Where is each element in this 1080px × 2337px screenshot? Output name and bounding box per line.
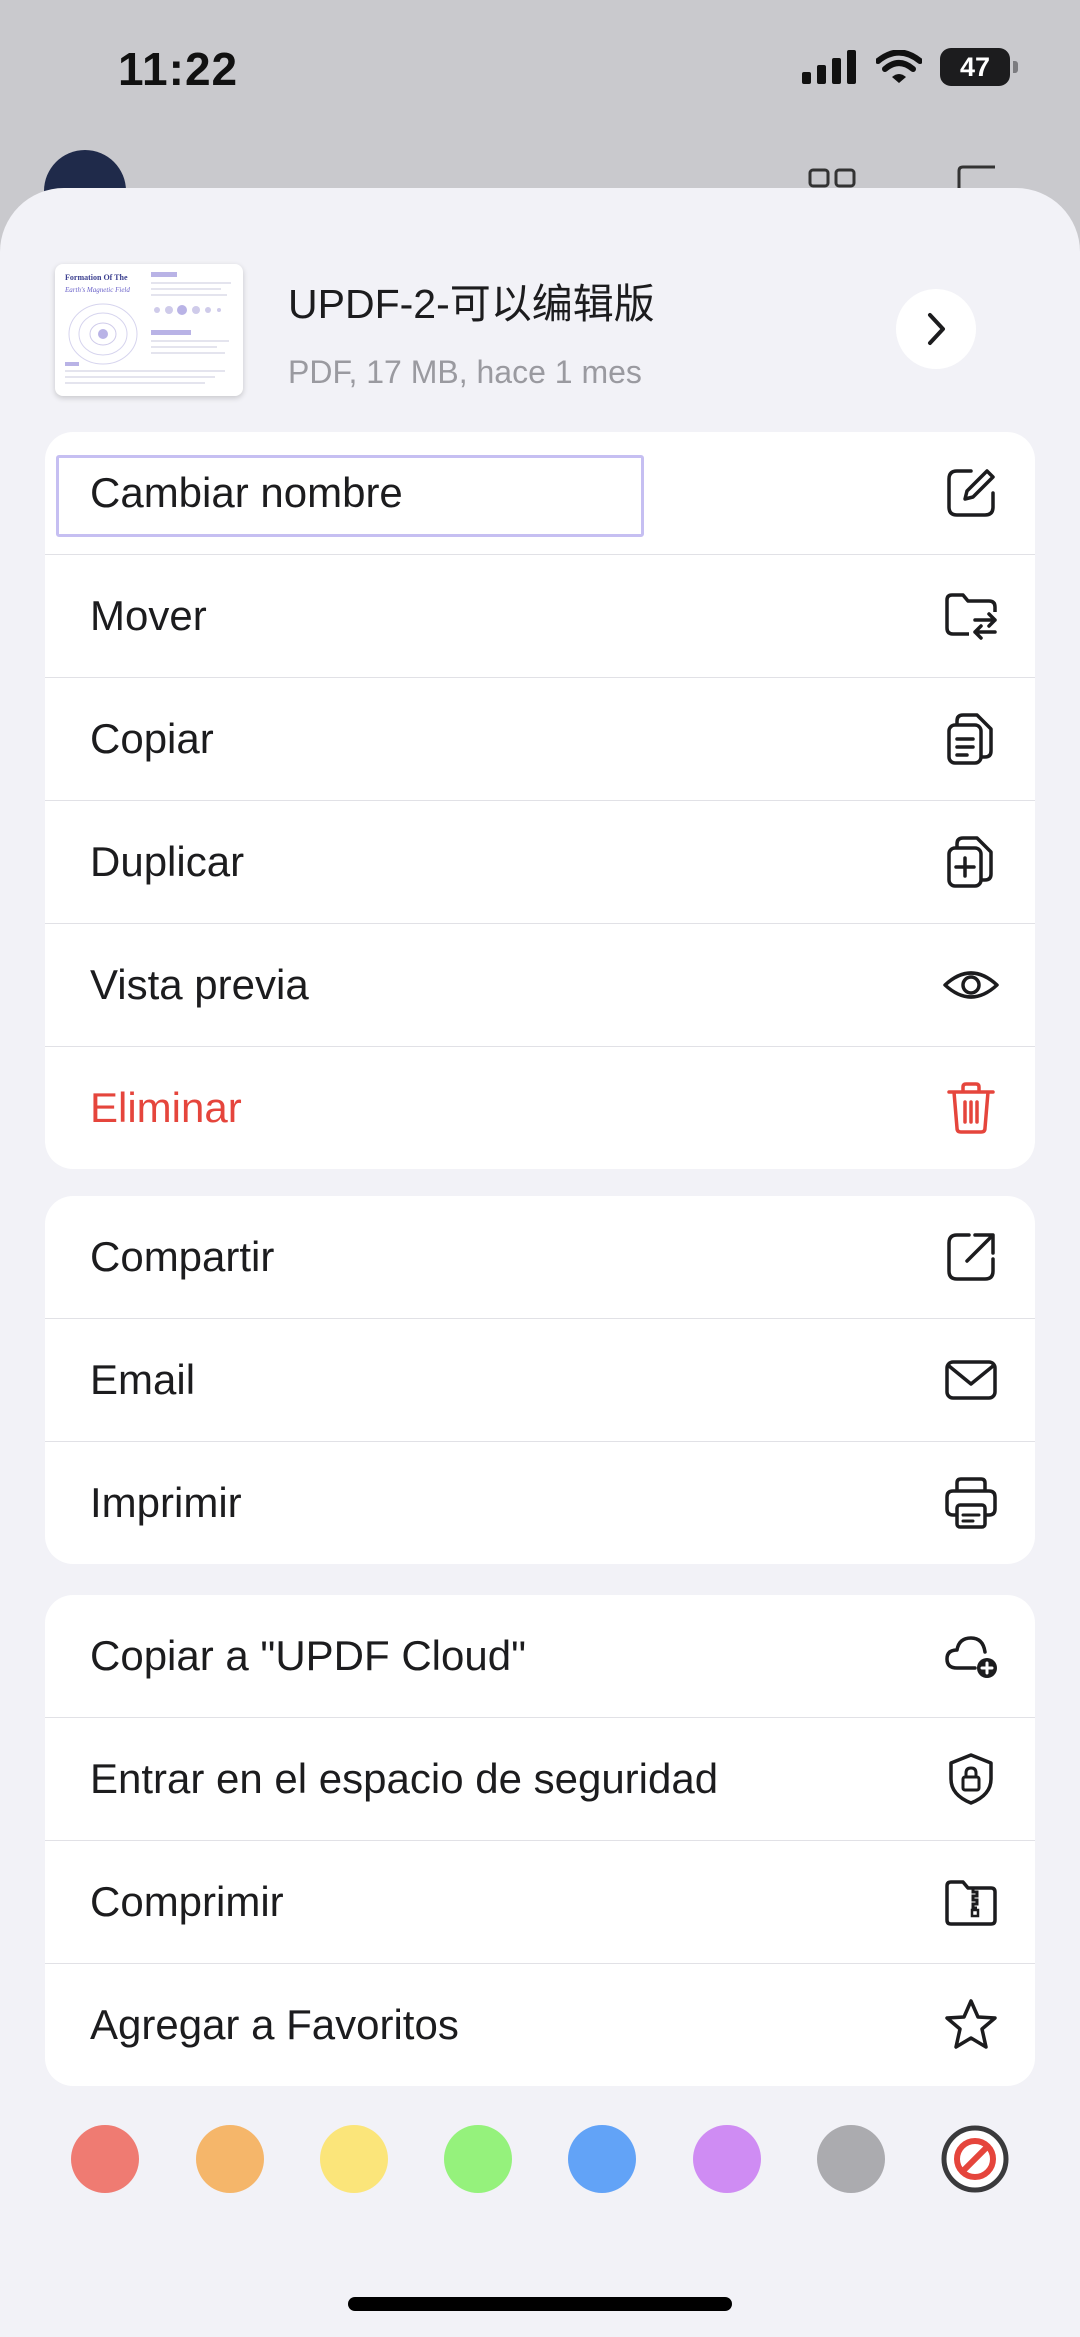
menu-item-label: Agregar a Favoritos	[90, 2001, 459, 2048]
menu-item-label: Entrar en el espacio de seguridad	[90, 1755, 719, 1802]
menu-item-label: Eliminar	[90, 1084, 242, 1131]
color-tag-yellow[interactable]	[320, 2125, 388, 2193]
thumbnail-heading-2: Earth's Magnetic Field	[64, 286, 130, 294]
edit-icon	[947, 469, 995, 517]
no-color-icon	[941, 2125, 1009, 2193]
menu-item-share[interactable]: Compartir	[45, 1196, 1035, 1319]
color-tag-none[interactable]	[941, 2125, 1009, 2193]
color-tag-blue[interactable]	[568, 2125, 636, 2193]
chevron-right-icon	[928, 313, 945, 345]
background-edit-icon	[957, 165, 995, 189]
file-thumbnail: Formation Of The Earth's Magnetic Field	[55, 264, 243, 396]
duplicate-icon	[947, 836, 993, 888]
trash-icon	[947, 1082, 995, 1134]
color-tag-purple[interactable]	[693, 2125, 761, 2193]
menu-item-move[interactable]: Mover	[45, 555, 1035, 678]
color-tag-row	[0, 2125, 1080, 2215]
menu-item-copy-to-cloud[interactable]: Copiar a "UPDF Cloud"	[45, 1595, 1035, 1718]
file-actions-sheet: Formation Of The Earth's Magnetic Field	[0, 188, 1080, 2337]
menu-item-secure-space[interactable]: Entrar en el espacio de seguridad	[45, 1718, 1035, 1841]
menu-item-compress[interactable]: Comprimir	[45, 1841, 1035, 1964]
home-indicator	[348, 2297, 732, 2311]
status-icons: 47	[802, 48, 1018, 86]
file-meta: PDF, 17 MB, hace 1 mes	[288, 354, 642, 390]
star-icon	[945, 1999, 997, 2049]
action-group-more: Copiar a "UPDF Cloud" Entrar en el espac…	[45, 1595, 1035, 2086]
menu-item-print[interactable]: Imprimir	[45, 1442, 1035, 1564]
color-tag-green[interactable]	[444, 2125, 512, 2193]
action-group-share: Compartir Email Imprimir	[45, 1196, 1035, 1564]
wifi-icon	[876, 50, 922, 83]
action-group-file: Cambiar nombre Mover Copiar Duplicar Vis…	[45, 432, 1035, 1169]
menu-item-copy[interactable]: Copiar	[45, 678, 1035, 801]
mail-icon	[945, 1360, 997, 1400]
menu-item-label: Copiar	[90, 715, 214, 762]
menu-item-email[interactable]: Email	[45, 1319, 1035, 1442]
battery-level: 47	[959, 51, 991, 82]
status-time: 11:22	[118, 43, 239, 95]
share-icon	[947, 1233, 995, 1281]
thumbnail-heading-1: Formation Of The	[65, 273, 128, 282]
menu-item-label: Email	[90, 1356, 196, 1403]
cloud-add-icon	[945, 1636, 997, 1678]
menu-item-label: Cambiar nombre	[90, 469, 403, 516]
shield-lock-icon	[949, 1753, 993, 1805]
menu-item-label: Vista previa	[90, 961, 309, 1008]
color-tag-red[interactable]	[71, 2125, 139, 2193]
folder-move-icon	[945, 593, 997, 640]
menu-item-label: Comprimir	[90, 1878, 284, 1925]
file-header: Formation Of The Earth's Magnetic Field	[0, 188, 1080, 438]
zip-folder-icon	[945, 1880, 997, 1926]
menu-item-preview[interactable]: Vista previa	[45, 924, 1035, 1047]
menu-item-label: Imprimir	[90, 1479, 242, 1526]
menu-item-label: Compartir	[90, 1233, 275, 1280]
menu-item-label: Duplicar	[90, 838, 245, 885]
eye-icon	[943, 971, 999, 999]
battery-indicator: 47	[940, 48, 1018, 86]
menu-item-rename[interactable]: Cambiar nombre	[45, 432, 1035, 555]
file-details-button[interactable]	[896, 289, 976, 369]
menu-item-delete[interactable]: Eliminar	[45, 1047, 1035, 1169]
color-tag-gray[interactable]	[817, 2125, 885, 2193]
menu-item-label: Copiar a "UPDF Cloud"	[90, 1632, 526, 1679]
menu-item-label: Mover	[90, 592, 207, 639]
copy-icon	[947, 713, 993, 765]
menu-item-duplicate[interactable]: Duplicar	[45, 801, 1035, 924]
file-title: UPDF-2-可以编辑版	[288, 281, 655, 327]
signal-icon	[802, 50, 856, 84]
color-tag-orange[interactable]	[196, 2125, 264, 2193]
status-bar: 11:22 47	[0, 0, 1080, 140]
menu-item-add-favorite[interactable]: Agregar a Favoritos	[45, 1964, 1035, 2086]
printer-icon	[945, 1477, 997, 1529]
